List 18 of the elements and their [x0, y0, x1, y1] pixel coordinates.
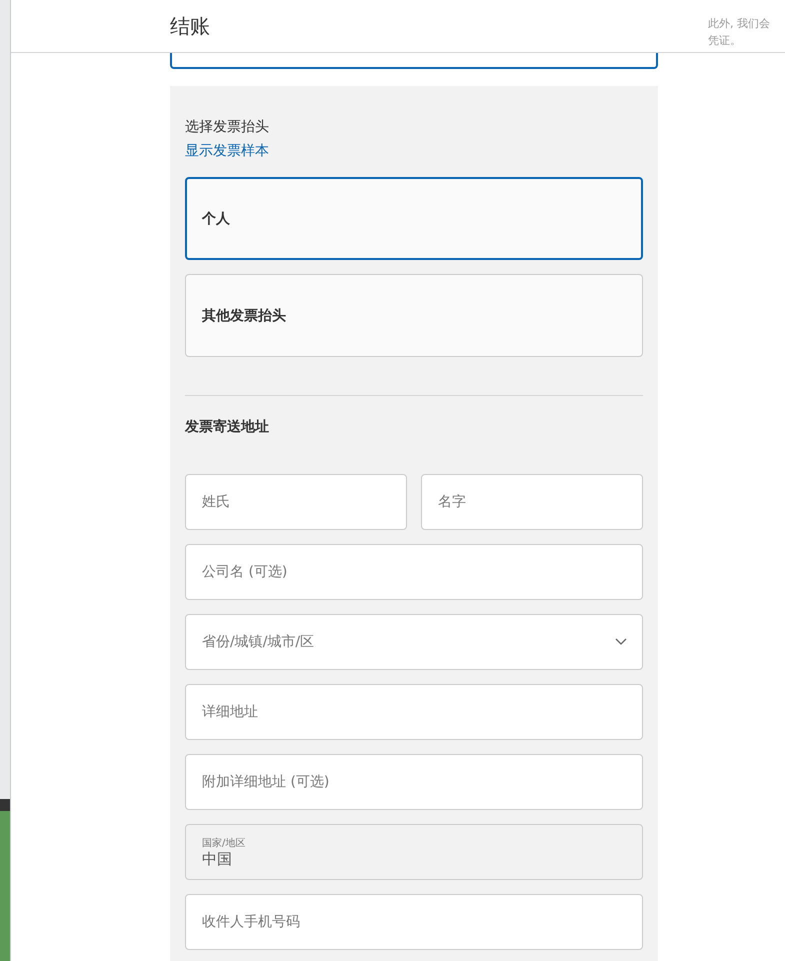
invoice-title-option[interactable]: 个人	[185, 177, 643, 260]
input-field[interactable]: 附加详细地址 (可选)	[185, 754, 643, 810]
chevron-down-icon	[615, 638, 627, 646]
section-label: 选择发票抬头	[185, 118, 270, 136]
invoice-option[interactable]	[170, 53, 658, 69]
input-field[interactable]: 公司名 (可选)	[185, 544, 643, 600]
page-title: 结账	[170, 12, 210, 40]
input-field[interactable]: 姓氏	[185, 474, 407, 530]
input-field[interactable]: 收件人手机号码	[185, 894, 643, 950]
background-text: 此外, 我们会	[708, 16, 770, 31]
section-heading: 发票寄送地址	[185, 418, 270, 436]
input-field[interactable]: 名字	[421, 474, 643, 530]
background-text: 凭证。	[708, 33, 742, 48]
dropdown-field[interactable]: 省份/城镇/城市/区	[185, 614, 643, 670]
input-field[interactable]: 详细地址	[185, 684, 643, 740]
sample-link[interactable]: 显示发票样本	[185, 142, 269, 160]
country-field: 国家/地区 中国	[185, 824, 643, 880]
invoice-title-option[interactable]: 其他发票抬头	[185, 274, 643, 357]
